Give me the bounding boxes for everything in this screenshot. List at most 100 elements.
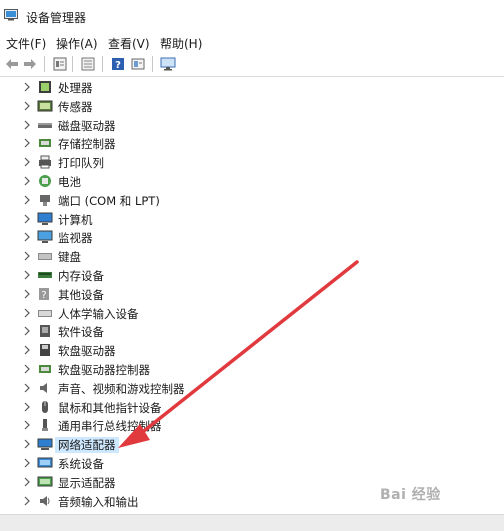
back-arrow-icon[interactable] xyxy=(4,56,20,72)
chevron-right-icon[interactable] xyxy=(22,495,32,507)
update-icon[interactable] xyxy=(80,56,96,72)
chevron-right-icon[interactable] xyxy=(22,119,32,131)
chevron-right-icon[interactable] xyxy=(22,288,32,300)
tree-item-label: 软盘驱动器 xyxy=(58,344,116,359)
chevron-right-icon[interactable] xyxy=(22,363,32,375)
tree-item-label: 计算机 xyxy=(58,212,93,227)
floppy-controller-icon xyxy=(37,361,53,377)
monitor-scan-icon[interactable] xyxy=(160,56,176,72)
usb-icon xyxy=(37,417,53,433)
tree-item[interactable]: 监视器 xyxy=(0,228,504,246)
device-tree: 处理器传感器磁盘驱动器存储控制器打印队列 电池 端口 (COM 和 LPT) 计算机监… xyxy=(0,78,504,518)
keyboard-icon xyxy=(37,248,53,264)
mouse-icon xyxy=(37,399,53,415)
menu-file[interactable]: 文件(F) xyxy=(6,35,46,52)
svg-text:?: ? xyxy=(41,290,46,301)
chevron-right-icon[interactable] xyxy=(22,457,32,469)
tree-item[interactable]: 存储控制器 xyxy=(0,134,504,152)
cpu-icon xyxy=(37,79,53,95)
tree-item[interactable]: 传感器 xyxy=(0,97,504,115)
chevron-right-icon[interactable] xyxy=(22,156,32,168)
tree-item[interactable]: 计算机 xyxy=(0,210,504,228)
tree-item-label: 软盘驱动器控制器 xyxy=(58,363,150,377)
tree-item[interactable]: 人体学输入设备 xyxy=(0,304,504,322)
tree-item-label: 软件设备 xyxy=(58,325,104,340)
toolbar-separator xyxy=(152,56,153,72)
chevron-right-icon[interactable] xyxy=(22,194,32,206)
chevron-right-icon[interactable] xyxy=(22,231,32,243)
storage-icon xyxy=(37,135,53,151)
chevron-right-icon[interactable] xyxy=(22,325,32,337)
chevron-right-icon[interactable] xyxy=(22,269,32,281)
computer-icon xyxy=(37,211,53,227)
menu-bar: 文件(F) 操作(A) 查看(V) 帮助(H) xyxy=(0,32,504,52)
chevron-right-icon[interactable] xyxy=(22,175,32,187)
tree-item[interactable]: 鼠标和其他指针设备 xyxy=(0,398,504,416)
tree-item[interactable]: 磁盘驱动器 xyxy=(0,116,504,134)
help-icon[interactable]: ? xyxy=(110,56,126,72)
menu-action[interactable]: 操作(A) xyxy=(56,35,98,52)
toolbar-separator xyxy=(72,56,73,72)
view-icon[interactable] xyxy=(130,56,146,72)
chevron-right-icon[interactable] xyxy=(22,438,32,450)
monitor-icon xyxy=(37,229,53,245)
tree-item[interactable]: 内存设备 xyxy=(0,266,504,284)
tree-item-label: 音频输入和输出 xyxy=(58,494,139,509)
network-adapter-icon xyxy=(37,436,53,452)
unknown-device-icon: ? xyxy=(37,286,53,302)
chevron-right-icon[interactable] xyxy=(22,401,32,413)
tree-item[interactable]: 处理器 xyxy=(0,78,504,96)
tree-item-label: 网络适配器 xyxy=(55,437,119,454)
tree-item-label: 监视器 xyxy=(58,231,93,246)
tree-item[interactable]: 软盘驱动器 xyxy=(0,341,504,359)
tree-item[interactable]: 网络适配器 xyxy=(0,435,504,454)
tree-item[interactable]: 打印队列 xyxy=(0,153,504,171)
menu-view[interactable]: 查看(V) xyxy=(108,35,150,52)
floppy-icon xyxy=(37,342,53,358)
tree-item[interactable]: 软盘驱动器控制器 xyxy=(0,360,504,378)
tree-item[interactable]: 键盘 xyxy=(0,247,504,265)
tree-item-label: 人体学输入设备 xyxy=(58,306,139,321)
chevron-right-icon[interactable] xyxy=(22,307,32,319)
forward-arrow-icon[interactable] xyxy=(22,56,38,72)
tree-item-label: 传感器 xyxy=(58,99,93,114)
properties-icon[interactable] xyxy=(52,56,68,72)
tree-item[interactable]: 系统设备 xyxy=(0,454,504,472)
software-device-icon xyxy=(37,323,53,339)
chevron-right-icon[interactable] xyxy=(22,213,32,225)
tree-item-label: 鼠标和其他指针设备 xyxy=(58,400,162,415)
chevron-right-icon[interactable] xyxy=(22,137,32,149)
tree-item-label: 打印队列 xyxy=(58,156,104,171)
status-bar xyxy=(0,514,504,531)
chevron-right-icon[interactable] xyxy=(22,344,32,356)
system-device-icon xyxy=(37,455,53,471)
tree-item-label: 存储控制器 xyxy=(58,137,116,152)
chevron-right-icon[interactable] xyxy=(22,81,32,93)
tree-item[interactable]: 电池 xyxy=(0,172,504,190)
tree-item-label: 显示适配器 xyxy=(58,475,116,490)
menu-help[interactable]: 帮助(H) xyxy=(160,35,202,52)
tree-item-label: 系统设备 xyxy=(58,457,104,471)
tree-item[interactable]: ? 其他设备 xyxy=(0,285,504,303)
chevron-right-icon[interactable] xyxy=(22,382,32,394)
tree-item[interactable]: 端口 (COM 和 LPT) xyxy=(0,191,504,209)
chevron-right-icon[interactable] xyxy=(22,250,32,262)
tree-item-label: 其他设备 xyxy=(58,287,104,302)
toolbar-separator xyxy=(102,56,103,72)
device-manager-app-icon xyxy=(4,9,18,21)
chevron-right-icon[interactable] xyxy=(22,100,32,112)
window-title: 设备管理器 xyxy=(26,11,87,25)
tree-item-label: 处理器 xyxy=(58,81,93,95)
tree-item-label: 内存设备 xyxy=(58,269,104,283)
tree-item[interactable]: 声音、视频和游戏控制器 xyxy=(0,379,504,397)
tree-item-label: 通用串行总线控制器 xyxy=(58,419,162,434)
chevron-right-icon[interactable] xyxy=(22,419,32,431)
title-bar: 设备管理器 xyxy=(0,0,504,32)
chevron-right-icon[interactable] xyxy=(22,476,32,488)
tree-item-label: 磁盘驱动器 xyxy=(58,118,116,133)
audio-io-icon xyxy=(37,493,53,509)
toolbar: ? xyxy=(0,52,504,77)
disk-icon xyxy=(37,117,53,133)
tree-item[interactable]: 软件设备 xyxy=(0,322,504,340)
tree-item[interactable]: 通用串行总线控制器 xyxy=(0,416,504,434)
